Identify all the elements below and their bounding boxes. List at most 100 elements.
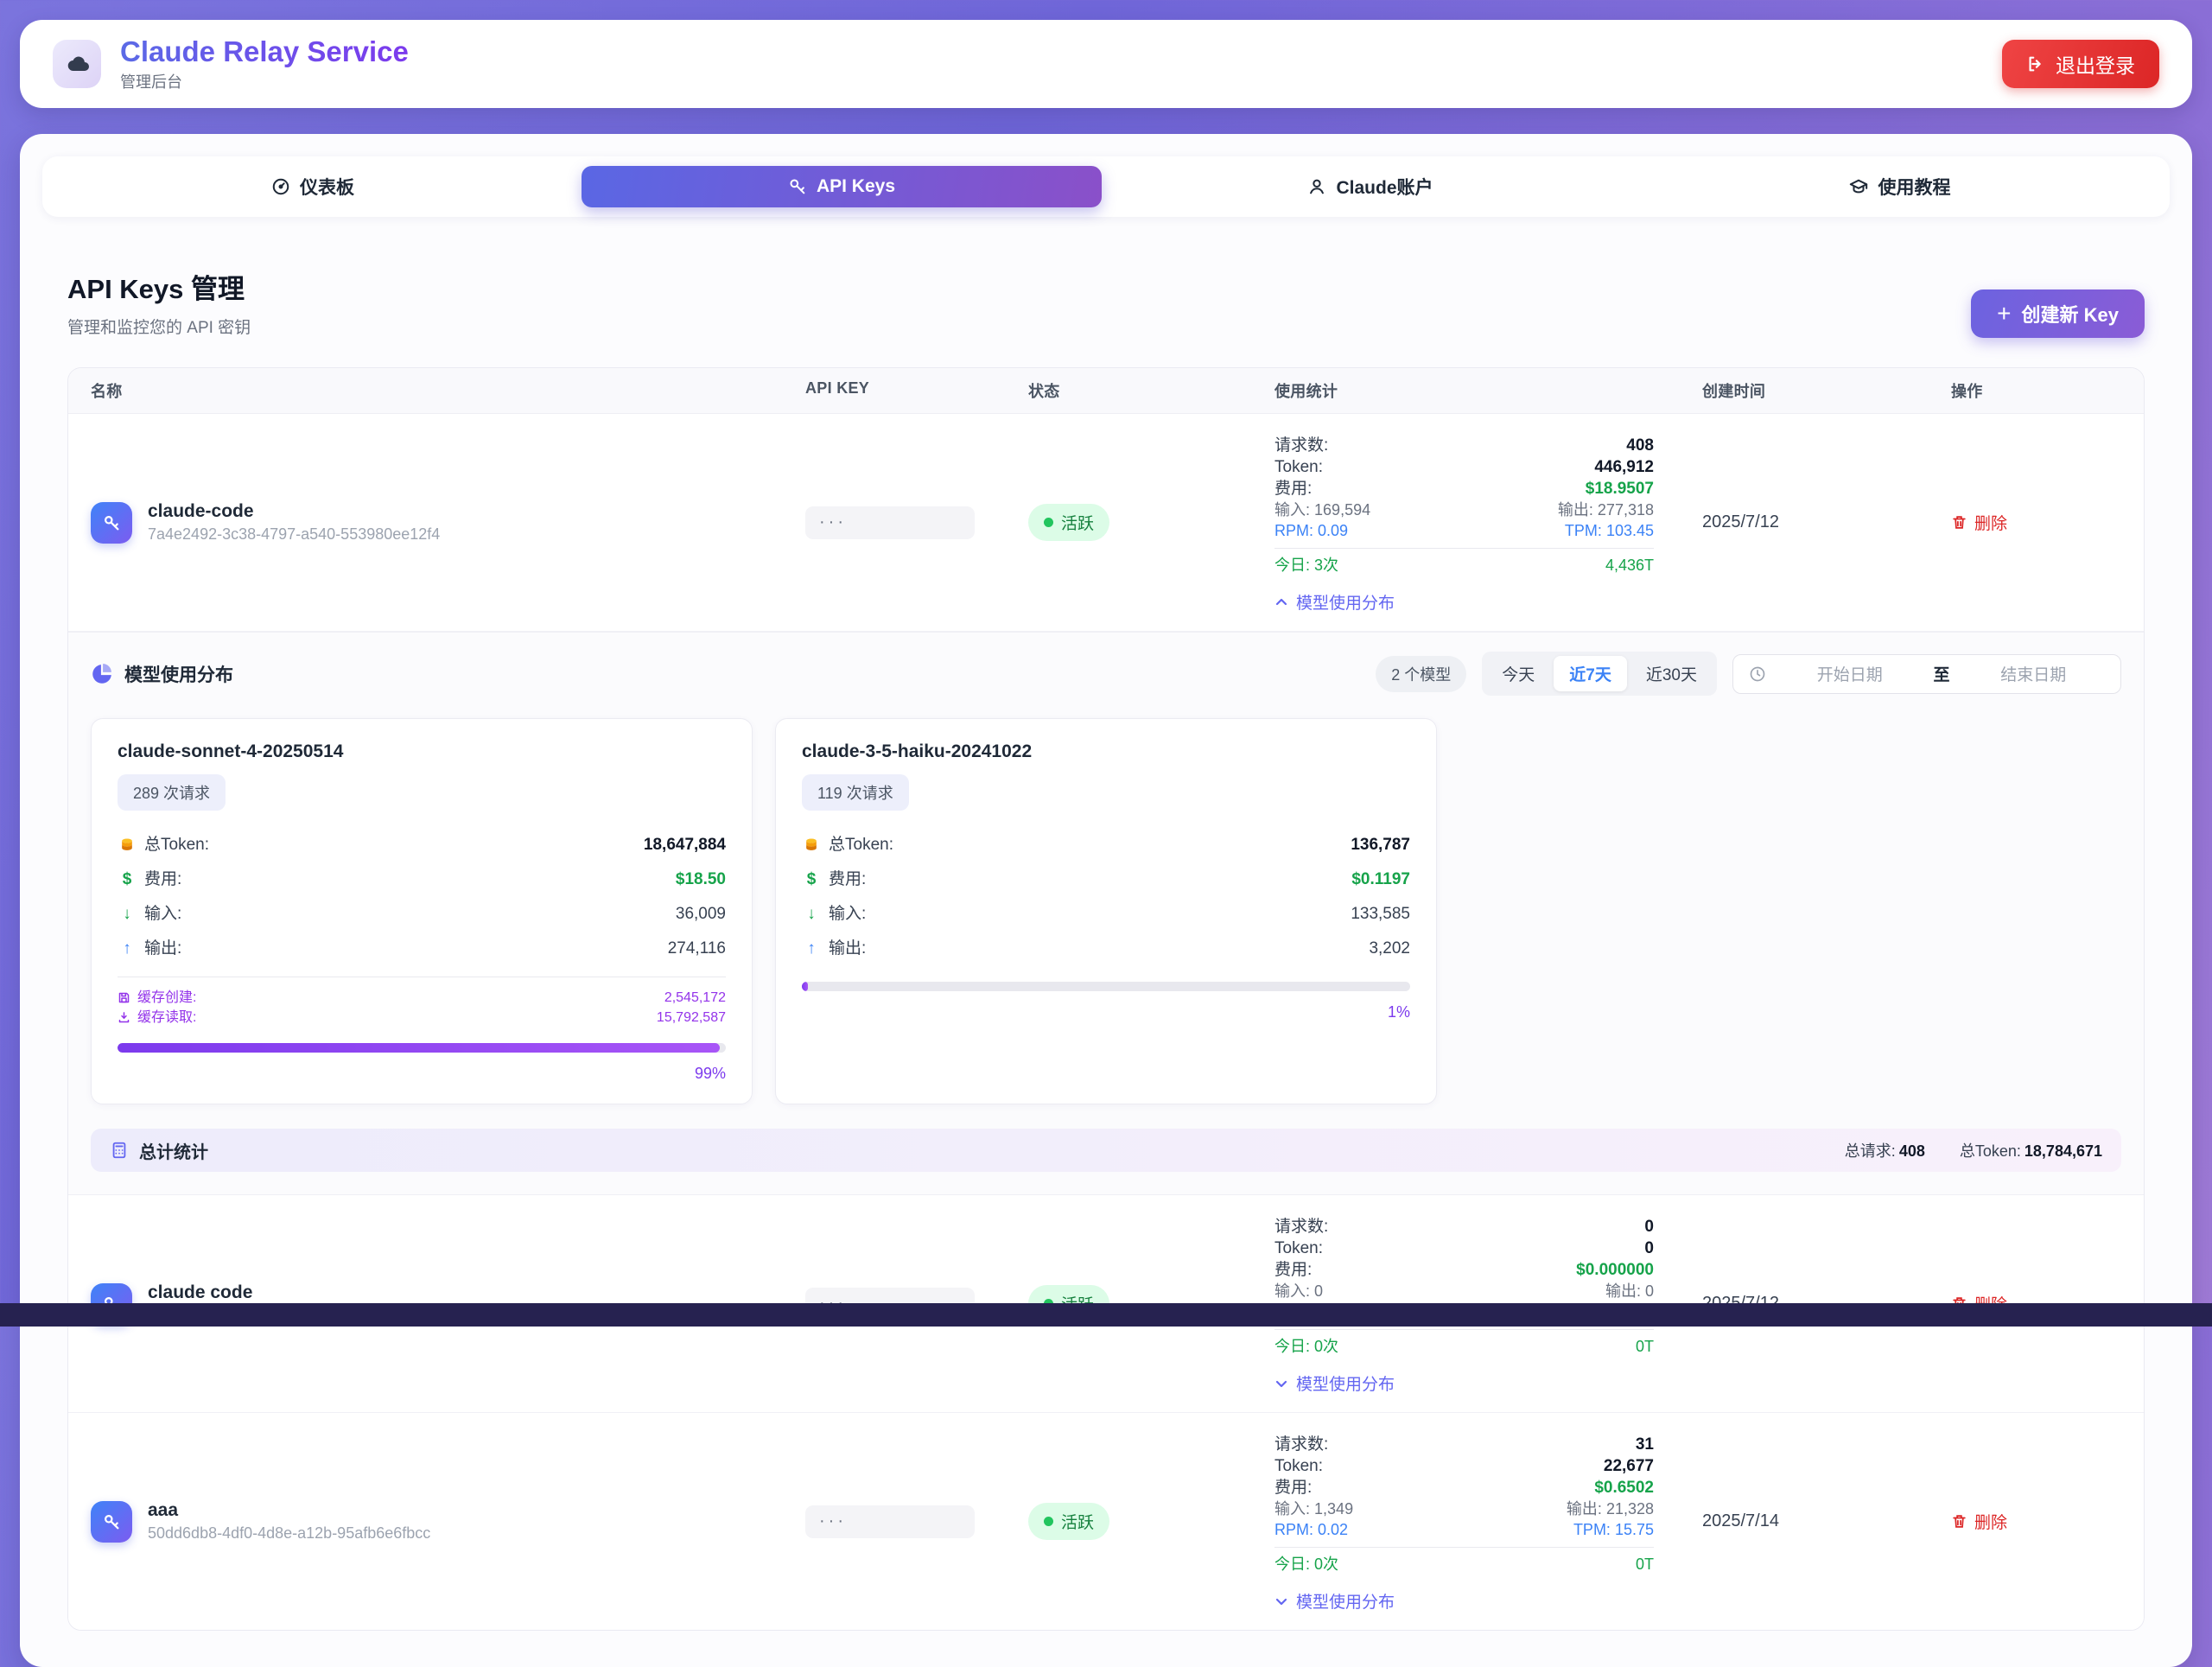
date-range-picker[interactable]: 开始日期 至 结束日期 (1732, 654, 2121, 694)
tab-api-keys[interactable]: API Keys (582, 166, 1102, 207)
output-stat: 输出: 21,328 (1567, 1498, 1654, 1519)
usage-percent: 1% (802, 1003, 1410, 1021)
model-cost: $0.1197 (1351, 862, 1410, 897)
key-name: claude-code (148, 501, 440, 522)
dollar-icon: $ (118, 862, 137, 897)
range-segmented-control: 今天 近7天 近30天 (1482, 652, 1717, 696)
tab-tutorial[interactable]: 使用教程 (1639, 166, 2159, 207)
model-name: claude-sonnet-4-20250514 (118, 741, 726, 762)
create-key-label: 创建新 Key (2022, 300, 2119, 328)
model-total-token: 18,647,884 (644, 828, 726, 862)
key-avatar (91, 502, 132, 544)
nav-tabs: 仪表板 API Keys Claude账户 使用教程 (42, 156, 2170, 217)
range-7days-button[interactable]: 近7天 (1554, 656, 1627, 691)
column-header-name: 名称 (68, 368, 783, 413)
tpm-stat: TPM: 15.75 (1573, 1519, 1654, 1540)
model-count-badge: 2 个模型 (1376, 656, 1466, 692)
usage-stats: 请求数:408 Token:446,912 费用:$18.9507 输入: 16… (1252, 414, 1680, 631)
masked-api-key[interactable]: ··· (805, 1505, 975, 1538)
plus-icon: + (1997, 302, 2011, 326)
model-distribution-toggle[interactable]: 模型使用分布 (1274, 590, 1395, 614)
graduation-cap-icon (1848, 177, 1869, 196)
divider (1274, 548, 1654, 549)
today-count: 今日: 3次 (1274, 555, 1338, 576)
status-label: 活跃 (1061, 511, 1094, 534)
date-separator: 至 (1934, 662, 1950, 685)
logout-label: 退出登录 (2056, 49, 2135, 79)
status-dot-icon (1044, 1517, 1053, 1526)
output-stat: 输出: 0 (1605, 1281, 1654, 1301)
column-header-usage: 使用统计 (1252, 368, 1680, 413)
app-title: Claude Relay Service (120, 35, 409, 68)
usage-progress-fill (118, 1043, 720, 1053)
tab-claude-account[interactable]: Claude账户 (1110, 166, 1630, 207)
cost-label: 费用: (1274, 478, 1312, 499)
trash-icon (1951, 514, 1967, 531)
cost-value: $18.9507 (1586, 478, 1654, 499)
model-input: 133,585 (1351, 897, 1410, 932)
input-stat: 输入: 0 (1274, 1281, 1323, 1301)
key-avatar (91, 1501, 132, 1543)
delete-button[interactable]: 删除 (1951, 1510, 2007, 1533)
delete-button[interactable]: 删除 (1951, 511, 2007, 534)
end-date-input[interactable]: 结束日期 (1962, 662, 2106, 685)
range-30days-button[interactable]: 近30天 (1630, 656, 1713, 691)
column-header-created: 创建时间 (1680, 368, 1929, 413)
model-name: claude-3-5-haiku-20241022 (802, 741, 1410, 762)
model-output: 3,202 (1369, 932, 1410, 966)
section-header: API Keys 管理 管理和监控您的 API 密钥 + 创建新 Key (67, 267, 2145, 338)
masked-api-key[interactable]: ··· (805, 506, 975, 539)
model-distribution-toggle[interactable]: 模型使用分布 (1274, 1589, 1395, 1613)
status-label: 活跃 (1061, 1510, 1094, 1533)
model-distribution-toggle[interactable]: 模型使用分布 (1274, 1371, 1395, 1395)
usage-progress-fill (802, 982, 808, 991)
table-header-row: 名称 API KEY 状态 使用统计 创建时间 操作 (68, 368, 2144, 414)
key-icon (102, 513, 121, 532)
usage-percent: 99% (118, 1065, 726, 1083)
column-header-status: 状态 (1006, 368, 1252, 413)
model-cost: $18.50 (676, 862, 726, 897)
key-name: claude code (148, 1282, 435, 1303)
delete-label: 删除 (1974, 511, 2007, 534)
model-distribution-label: 模型使用分布 (1296, 1589, 1395, 1613)
arrow-up-icon: ↑ (118, 932, 137, 966)
model-requests-badge: 289 次请求 (118, 774, 226, 811)
tpm-stat: TPM: 103.45 (1565, 520, 1654, 541)
today-count: 今日: 0次 (1274, 1554, 1338, 1575)
usage-stats: 请求数:31 Token:22,677 费用:$0.6502 输入: 1,349… (1252, 1413, 1680, 1630)
input-stat: 输入: 169,594 (1274, 499, 1370, 520)
totals-bar: 总计统计 总请求:408 总Token:18,784,671 (91, 1129, 2121, 1172)
rpm-stat: RPM: 0.02 (1274, 1519, 1348, 1540)
range-today-button[interactable]: 今天 (1486, 656, 1550, 691)
user-icon (1307, 177, 1326, 196)
main-card: 仪表板 API Keys Claude账户 使用教程 (20, 134, 2192, 1667)
dollar-icon: $ (802, 862, 821, 897)
key-id: 50dd6db8-4df0-4d8e-a12b-95afb6e6fbcc (148, 1524, 430, 1543)
created-date: 2025/7/14 (1680, 1511, 1929, 1531)
status-dot-icon (1044, 518, 1053, 527)
requests-value: 408 (1626, 435, 1654, 456)
model-distribution-label: 模型使用分布 (1296, 1371, 1395, 1395)
model-requests-badge: 119 次请求 (802, 774, 909, 811)
logout-button[interactable]: 退出登录 (2002, 40, 2159, 88)
requests-label: 请求数: (1274, 435, 1328, 456)
create-key-button[interactable]: + 创建新 Key (1971, 289, 2145, 338)
logout-icon (2026, 54, 2045, 73)
column-header-actions: 操作 (1929, 368, 2144, 413)
start-date-input[interactable]: 开始日期 (1778, 662, 1922, 685)
key-name: aaa (148, 1500, 430, 1521)
arrow-up-icon: ↑ (802, 932, 821, 966)
divider (1274, 1329, 1654, 1330)
page-title: API Keys 管理 (67, 267, 251, 306)
tab-label: API Keys (817, 176, 895, 197)
app-header: Claude Relay Service 管理后台 退出登录 (20, 20, 2192, 108)
total-requests: 总请求:408 (1845, 1139, 1925, 1161)
today-token: 0T (1636, 1554, 1654, 1575)
model-distribution-label: 模型使用分布 (1296, 590, 1395, 614)
tab-label: 使用教程 (1878, 174, 1951, 200)
page-subtitle: 管理和监控您的 API 密钥 (67, 315, 251, 338)
chevron-down-icon (1274, 1594, 1288, 1608)
cloud-icon (63, 54, 91, 74)
tab-dashboard[interactable]: 仪表板 (53, 166, 573, 207)
token-label: Token: (1274, 456, 1323, 478)
